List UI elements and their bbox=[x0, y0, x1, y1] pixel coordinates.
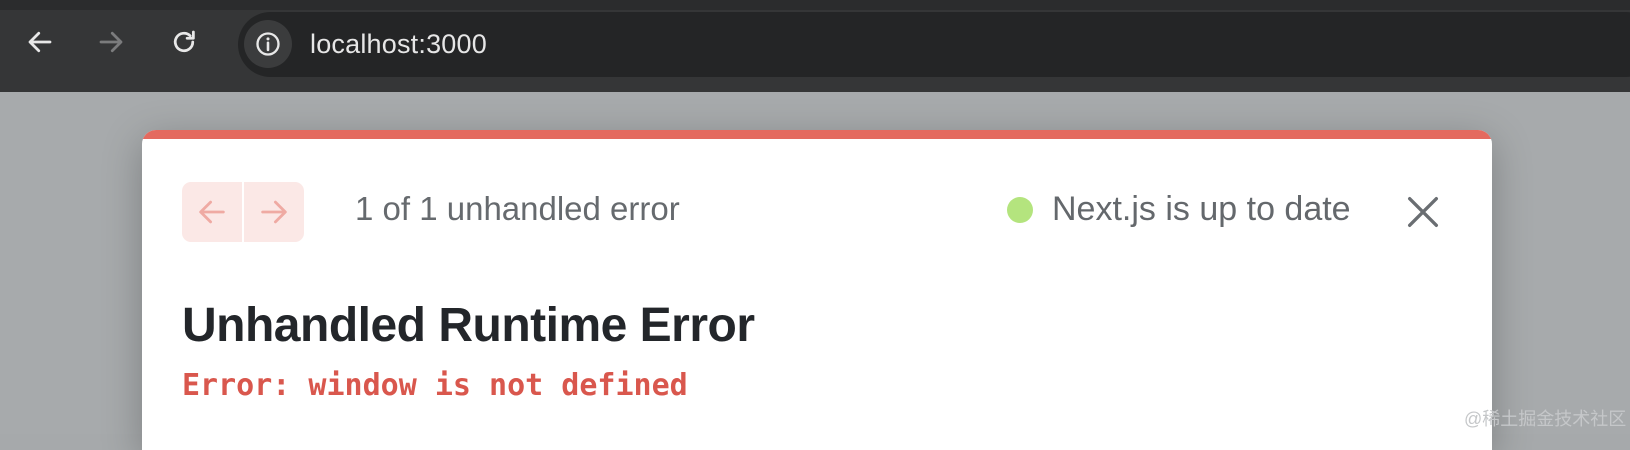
status-dot-icon bbox=[1007, 196, 1033, 223]
version-status-label: Next.js is up to date bbox=[1052, 190, 1351, 228]
error-message: Error: window is not defined bbox=[182, 368, 688, 403]
reload-icon bbox=[173, 30, 195, 53]
close-icon bbox=[1408, 197, 1438, 227]
watermark: @稀土掘金技术社区 bbox=[1464, 409, 1627, 429]
error-title: Unhandled Runtime Error bbox=[182, 299, 755, 352]
version-status: Next.js is up to date bbox=[1007, 190, 1351, 229]
site-info-button[interactable] bbox=[244, 20, 292, 68]
error-pagination bbox=[182, 182, 304, 242]
arrow-left-icon bbox=[28, 31, 52, 53]
next-error-button[interactable] bbox=[244, 182, 304, 242]
url-text[interactable]: localhost:3000 bbox=[310, 29, 487, 60]
back-button[interactable] bbox=[22, 24, 58, 60]
arrow-right-icon bbox=[99, 31, 123, 53]
info-circle-icon bbox=[256, 32, 280, 56]
address-bar[interactable]: localhost:3000 bbox=[238, 12, 1630, 77]
close-button[interactable] bbox=[1399, 188, 1447, 236]
arrow-left-icon bbox=[199, 200, 225, 224]
browser-toolbar: localhost:3000 bbox=[0, 0, 1630, 92]
forward-button[interactable] bbox=[93, 24, 129, 60]
arrow-right-icon bbox=[261, 200, 287, 224]
error-count-label: 1 of 1 unhandled error bbox=[355, 190, 680, 227]
reload-button[interactable] bbox=[166, 24, 202, 60]
error-overlay-dialog: 1 of 1 unhandled error Next.js is up to … bbox=[142, 130, 1492, 450]
previous-error-button[interactable] bbox=[182, 182, 242, 242]
error-accent-bar bbox=[142, 130, 1492, 139]
